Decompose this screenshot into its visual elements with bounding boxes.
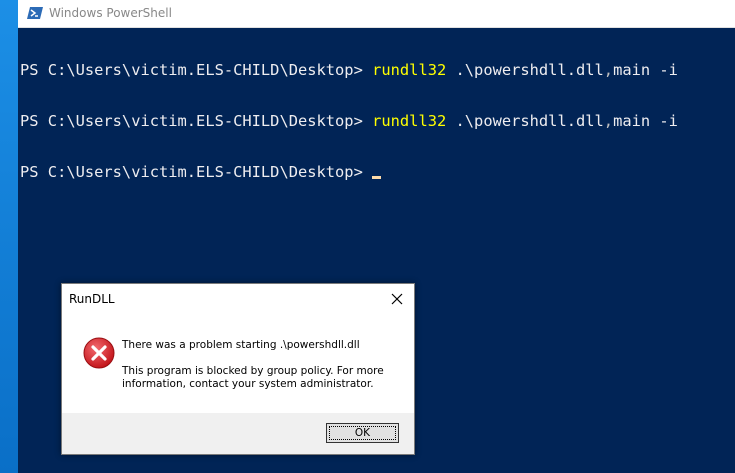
argument-text: .\powershdll.dll [446,61,604,79]
prompt-text: PS C:\Users\victim.ELS-CHILD\Desktop> [20,112,373,130]
prompt-text: PS C:\Users\victim.ELS-CHILD\Desktop> [20,163,373,181]
console-output[interactable]: PS C:\Users\victim.ELS-CHILD\Desktop> ru… [20,28,735,215]
close-button[interactable] [386,289,408,309]
argument-text: main -i [613,112,678,130]
console-line: PS C:\Users\victim.ELS-CHILD\Desktop> ru… [20,62,735,79]
error-heading: There was a problem starting .\powershdl… [122,339,360,351]
console-line: PS C:\Users\victim.ELS-CHILD\Desktop> [20,164,735,181]
separator-text: , [603,112,614,130]
separator-text: , [603,61,614,79]
dialog-title: RunDLL [69,292,115,306]
prompt-text: PS C:\Users\victim.ELS-CHILD\Desktop> [20,61,373,79]
command-text: rundll32 [372,61,447,79]
desktop-background [0,0,18,473]
argument-text: .\powershdll.dll [446,112,604,130]
rundll-error-dialog[interactable]: RunDLL There was a problem starting .\po… [61,283,415,455]
ok-button[interactable]: OK [326,423,399,443]
titlebar[interactable]: Windows PowerShell [18,0,735,28]
close-icon [391,293,403,305]
console-line: PS C:\Users\victim.ELS-CHILD\Desktop> ru… [20,113,735,130]
text-cursor [372,176,382,179]
error-icon [83,337,115,369]
command-text: rundll32 [372,112,447,130]
argument-text: main -i [613,61,678,79]
powershell-icon [27,5,43,21]
error-message: This program is blocked by group policy.… [122,365,384,390]
dialog-footer: OK [62,413,414,454]
window-title: Windows PowerShell [49,6,172,20]
